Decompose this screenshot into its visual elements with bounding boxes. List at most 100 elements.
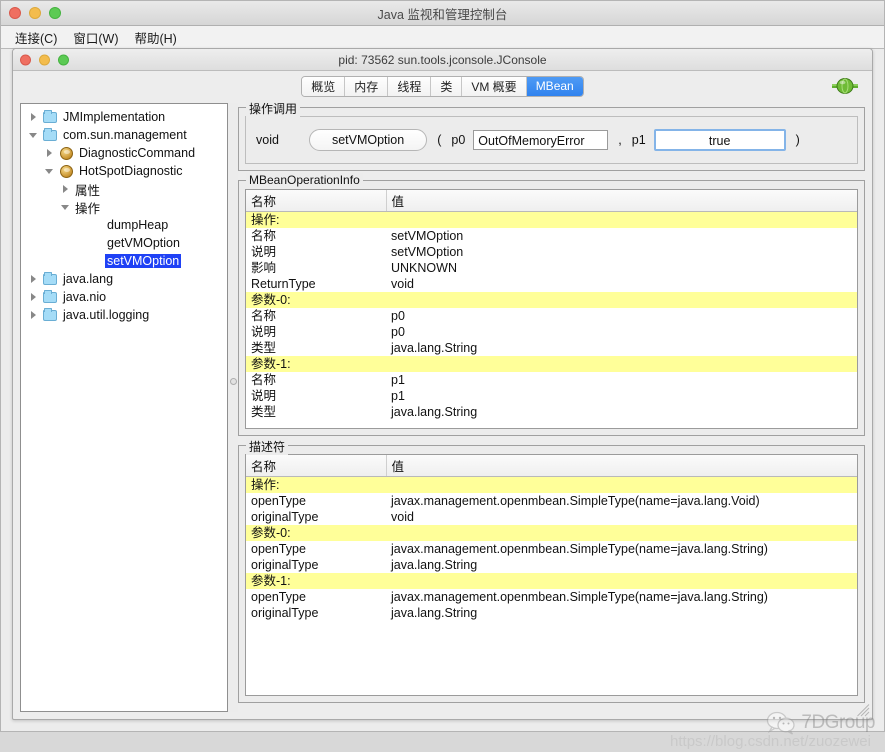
tree-node-label: 操作 [73,198,102,217]
tree-node-icon [41,274,59,285]
inner-close-button[interactable] [20,54,31,65]
cell-value: javax.management.openmbean.SimpleType(na… [386,541,857,557]
table-header-row: 名称 值 [246,455,857,477]
menubar: 连接(C) 窗口(W) 帮助(H) [1,26,884,49]
table-row[interactable]: ReturnTypevoid [246,276,857,292]
table-row[interactable]: 说明p1 [246,388,857,404]
table-section-row[interactable]: 参数-1: [246,356,857,372]
tree-node-label: com.sun.management [61,128,189,142]
table-row[interactable]: originalTypevoid [246,509,857,525]
mbean-split-pane: JMImplementation com.sun.management Diagno… [13,101,872,719]
table-section-row[interactable]: 操作: [246,212,857,229]
zoom-button[interactable] [49,7,61,19]
table-row[interactable]: openTypejavax.management.openmbean.Simpl… [246,493,857,509]
table-row[interactable]: 类型java.lang.String [246,404,857,420]
tree-node-java-util-logging[interactable]: java.util.logging [21,306,227,324]
chevron-down-icon[interactable] [41,169,57,174]
table-row[interactable]: originalTypejava.lang.String [246,605,857,621]
column-header-value[interactable]: 值 [386,455,857,477]
mbean-tree: JMImplementation com.sun.management Diagno… [21,104,227,324]
tree-node-[interactable]: 属性 [21,180,227,198]
chevron-right-icon[interactable] [57,185,73,193]
param-0-input[interactable]: OutOfMemoryError [473,130,608,150]
tab-classes[interactable]: 类 [431,77,462,96]
inner-zoom-button[interactable] [58,54,69,65]
table-row[interactable]: openTypejavax.management.openmbean.Simpl… [246,541,857,557]
table-row[interactable]: 说明p0 [246,324,857,340]
menu-window[interactable]: 窗口(W) [65,26,126,49]
tab-vm-summary[interactable]: VM 概要 [462,77,526,96]
folder-icon [43,112,57,123]
table-section-row[interactable]: 参数-0: [246,525,857,541]
param-0-label: p0 [451,133,465,147]
cell-value: java.lang.String [386,605,857,621]
chevron-down-icon[interactable] [25,133,41,138]
column-header-name[interactable]: 名称 [246,455,386,477]
tree-node-com-sun-management[interactable]: com.sun.management [21,126,227,144]
expand-orb-icon[interactable] [832,78,858,94]
table-section-row[interactable]: 参数-0: [246,292,857,308]
menu-connect[interactable]: 连接(C) [7,26,65,49]
chevron-down-icon[interactable] [57,205,73,210]
invoke-setvmoption-button[interactable]: setVMOption [309,129,427,151]
split-divider-grip[interactable] [230,378,237,385]
chevron-right-icon[interactable] [25,275,41,283]
cell-name: 名称 [246,228,386,244]
tree-node-java-nio[interactable]: java.nio [21,288,227,306]
minimize-button[interactable] [29,7,41,19]
resize-grip-icon[interactable] [857,704,870,717]
table-row[interactable]: 说明setVMOption [246,244,857,260]
chevron-right-icon[interactable] [41,149,57,157]
table-row[interactable]: 名称p1 [246,372,857,388]
param-1-input[interactable]: true [654,129,786,151]
chevron-right-icon[interactable] [25,293,41,301]
tree-node-java-lang[interactable]: java.lang [21,270,227,288]
chevron-right-icon[interactable] [25,311,41,319]
tree-node-label: HotSpotDiagnostic [77,164,185,178]
table-row[interactable]: 类型java.lang.String [246,340,857,356]
table-section-row[interactable]: 操作: [246,477,857,494]
operation-invocation-title: 操作调用 [246,100,300,117]
tree-node-diagnosticcommand[interactable]: DiagnosticCommand [21,144,227,162]
tree-node-setvmoption[interactable]: setVMOption [21,252,227,270]
chevron-right-icon[interactable] [25,113,41,121]
menu-help[interactable]: 帮助(H) [126,26,184,49]
table-row[interactable]: openTypejavax.management.openmbean.Simpl… [246,589,857,605]
inner-minimize-button[interactable] [39,54,50,65]
tab-mbean[interactable]: MBean [527,77,583,96]
column-header-name[interactable]: 名称 [246,190,386,212]
cell-value: javax.management.openmbean.SimpleType(na… [386,493,857,509]
descriptor-table-container[interactable]: 名称 值 操作:openTypejavax.management.openmbe… [245,454,858,696]
close-button[interactable] [9,7,21,19]
table-row[interactable]: 名称setVMOption [246,228,857,244]
tree-node-jmimplementation[interactable]: JMImplementation [21,108,227,126]
jconsole-internal-frame: pid: 73562 sun.tools.jconsole.JConsole 概… [12,48,873,720]
operation-info-table-container[interactable]: 名称 值 操作:名称setVMOption说明setVMOption影响UNKN… [245,189,858,429]
tab-threads[interactable]: 线程 [388,77,431,96]
tab-overview[interactable]: 概览 [302,77,345,96]
column-header-value[interactable]: 值 [386,190,857,212]
tree-node-getvmoption[interactable]: getVMOption [21,234,227,252]
cell-value: javax.management.openmbean.SimpleType(na… [386,589,857,605]
cell-value: p1 [386,372,857,388]
descriptor-group: 描述符 名称 值 操作:openTypejavax.management.ope… [238,445,865,703]
tree-node-label: getVMOption [105,236,182,250]
table-section-row[interactable]: 参数-1: [246,573,857,589]
table-row[interactable]: 名称p0 [246,308,857,324]
tree-node-[interactable]: 操作 [21,198,227,216]
tab-memory[interactable]: 内存 [345,77,388,96]
table-row[interactable]: 影响UNKNOWN [246,260,857,276]
split-divider[interactable] [228,103,238,712]
mbean-tree-panel[interactable]: JMImplementation com.sun.management Diagno… [20,103,228,712]
cell-value: void [386,509,857,525]
table-row[interactable]: originalTypejava.lang.String [246,557,857,573]
cell-name: ReturnType [246,276,386,292]
return-type-label: void [256,133,279,147]
cell-name: 操作: [246,212,386,229]
tree-node-dumpheap[interactable]: dumpHeap [21,216,227,234]
tree-node-hotspotdiagnostic[interactable]: HotSpotDiagnostic [21,162,227,180]
operation-invocation-row: void setVMOption ( p0 OutOfMemoryError ,… [245,116,858,164]
cell-name: openType [246,589,386,605]
cell-value [386,212,857,229]
watermark-url: https://blog.csdn.net/zuozewei [670,733,871,750]
